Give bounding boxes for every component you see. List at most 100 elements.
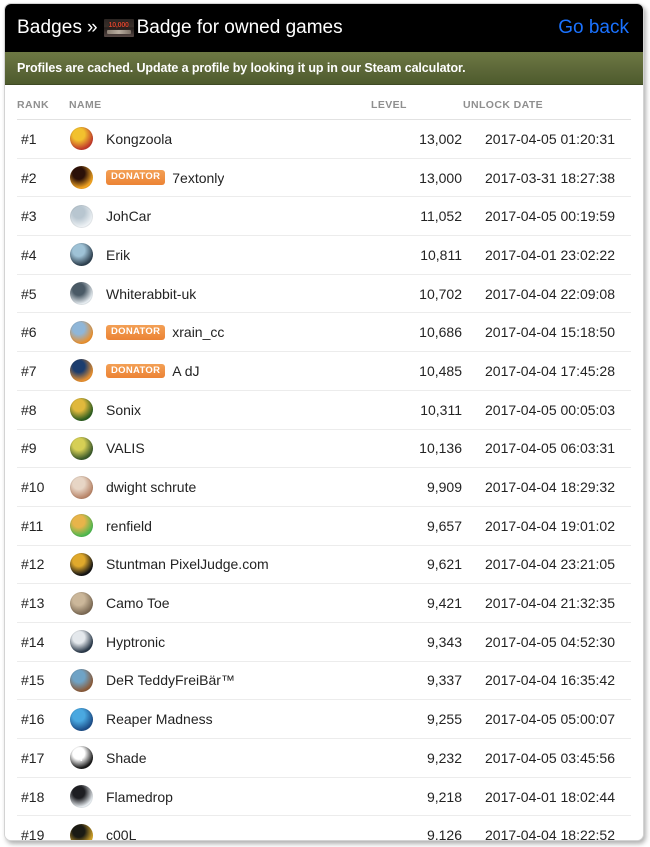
table-row[interactable]: #19c00L9,1262017-04-04 18:22:52 (17, 816, 631, 841)
avatar-image (70, 553, 93, 576)
avatar[interactable] (70, 166, 93, 189)
cell-rank: #2 (17, 158, 69, 197)
user-name[interactable]: xrain_cc (172, 324, 224, 340)
avatar[interactable] (70, 359, 93, 382)
table-row[interactable]: #13Camo Toe9,4212017-04-04 21:32:35 (17, 584, 631, 623)
table-row[interactable]: #18Flamedrop9,2182017-04-01 18:02:44 (17, 777, 631, 816)
user-name[interactable]: DeR TeddyFreiBär™ (106, 672, 235, 688)
name-cell-content: DeR TeddyFreiBär™ (70, 669, 370, 692)
user-name[interactable]: Sonix (106, 402, 141, 418)
cell-level: 10,311 (371, 390, 463, 429)
avatar-image (70, 824, 93, 841)
table-row[interactable]: #12Stuntman PixelJudge.com9,6212017-04-0… (17, 545, 631, 584)
table-row[interactable]: #15DeR TeddyFreiBär™9,3372017-04-04 16:3… (17, 661, 631, 700)
avatar[interactable] (70, 553, 93, 576)
cell-level: 10,702 (371, 274, 463, 313)
cache-notice-bar: Profiles are cached. Update a profile by… (5, 52, 643, 85)
user-name[interactable]: c00L (106, 827, 136, 841)
table-row[interactable]: #9VALIS10,1362017-04-05 06:03:31 (17, 429, 631, 468)
cell-name: VALIS (69, 429, 371, 468)
column-header-rank: RANK (17, 85, 69, 120)
user-name[interactable]: JohCar (106, 208, 151, 224)
table-row[interactable]: #7DONATORA dJ10,4852017-04-04 17:45:28 (17, 352, 631, 391)
table-row[interactable]: #5Whiterabbit-uk10,7022017-04-04 22:09:0… (17, 274, 631, 313)
table-row[interactable]: #11renfield9,6572017-04-04 19:01:02 (17, 506, 631, 545)
user-name[interactable]: Reaper Madness (106, 711, 213, 727)
user-name[interactable]: Whiterabbit-uk (106, 286, 196, 302)
cell-rank: #10 (17, 468, 69, 507)
table-row[interactable]: #14Hyptronic9,3432017-04-05 04:52:30 (17, 622, 631, 661)
user-name[interactable]: Camo Toe (106, 595, 170, 611)
avatar[interactable] (70, 437, 93, 460)
user-name[interactable]: Stuntman PixelJudge.com (106, 556, 269, 572)
cell-unlock-date: 2017-04-05 05:00:07 (463, 700, 631, 739)
avatar[interactable] (70, 785, 93, 808)
user-name[interactable]: A dJ (172, 363, 199, 379)
table-row[interactable]: #1Kongzoola13,0022017-04-05 01:20:31 (17, 120, 631, 159)
cell-level: 9,657 (371, 506, 463, 545)
table-row[interactable]: #10dwight schrute9,9092017-04-04 18:29:3… (17, 468, 631, 507)
avatar[interactable] (70, 398, 93, 421)
top-bar: Badges » 10,000 Badge for owned games Go… (5, 4, 643, 52)
avatar[interactable] (70, 592, 93, 615)
table-row[interactable]: #4Erik10,8112017-04-01 23:02:22 (17, 236, 631, 275)
table-row[interactable]: #2DONATOR7extonly13,0002017-03-31 18:27:… (17, 158, 631, 197)
avatar[interactable] (70, 243, 93, 266)
cell-rank: #9 (17, 429, 69, 468)
name-cell-content: c00L (70, 824, 370, 841)
badge-thumbnail-icon: 10,000 (104, 19, 134, 37)
cell-level: 9,232 (371, 739, 463, 778)
user-name[interactable]: VALIS (106, 440, 145, 456)
user-name[interactable]: Flamedrop (106, 789, 173, 805)
cell-level: 9,621 (371, 545, 463, 584)
cell-unlock-date: 2017-04-04 21:32:35 (463, 584, 631, 623)
user-name[interactable]: Kongzoola (106, 131, 172, 147)
avatar-image (70, 359, 93, 382)
breadcrumb-separator: » (87, 17, 98, 39)
avatar[interactable] (70, 708, 93, 731)
avatar[interactable] (70, 514, 93, 537)
table-row[interactable]: #3JohCar11,0522017-04-05 00:19:59 (17, 197, 631, 236)
cell-level: 9,343 (371, 622, 463, 661)
cell-name: DONATOR A dJ (69, 352, 371, 391)
cell-name: dwight schrute (69, 468, 371, 507)
cell-name: DONATORxrain_cc (69, 313, 371, 352)
table-row[interactable]: #17?Shade9,2322017-04-05 03:45:56 (17, 739, 631, 778)
cell-level: 13,002 (371, 120, 463, 159)
cell-rank: #4 (17, 236, 69, 275)
user-name[interactable]: Shade (106, 750, 146, 766)
avatar[interactable] (70, 630, 93, 653)
avatar-image (70, 205, 93, 228)
user-name[interactable]: 7extonly (172, 170, 224, 186)
avatar[interactable] (70, 476, 93, 499)
table-row[interactable]: #6DONATORxrain_cc10,6862017-04-04 15:18:… (17, 313, 631, 352)
cell-name: JohCar (69, 197, 371, 236)
avatar[interactable] (70, 205, 93, 228)
page-title: Badge for owned games (137, 17, 343, 39)
cell-rank: #19 (17, 816, 69, 841)
avatar[interactable]: ? (70, 746, 93, 769)
avatar[interactable] (70, 321, 93, 344)
avatar[interactable] (70, 282, 93, 305)
cell-unlock-date: 2017-04-04 23:21:05 (463, 545, 631, 584)
cell-level: 9,218 (371, 777, 463, 816)
donator-badge: DONATOR (106, 364, 165, 379)
leaderboard-container: RANK NAME LEVEL UNLOCK DATE #1Kongzoola1… (5, 85, 643, 841)
table-row[interactable]: #16Reaper Madness9,2552017-04-05 05:00:0… (17, 700, 631, 739)
name-cell-content: JohCar (70, 205, 370, 228)
name-cell-content: ? Shade (70, 746, 370, 769)
cell-name: DeR TeddyFreiBär™ (69, 661, 371, 700)
table-row[interactable]: #8Sonix10,3112017-04-05 00:05:03 (17, 390, 631, 429)
avatar[interactable] (70, 824, 93, 841)
user-name[interactable]: Erik (106, 247, 130, 263)
cell-unlock-date: 2017-04-04 16:35:42 (463, 661, 631, 700)
breadcrumb-badges-link[interactable]: Badges (17, 17, 82, 39)
avatar-image (70, 127, 93, 150)
avatar[interactable] (70, 127, 93, 150)
user-name[interactable]: renfield (106, 518, 152, 534)
go-back-link[interactable]: Go back (558, 17, 629, 39)
user-name[interactable]: dwight schrute (106, 479, 196, 495)
avatar-image (70, 785, 93, 808)
avatar[interactable] (70, 669, 93, 692)
user-name[interactable]: Hyptronic (106, 634, 165, 650)
